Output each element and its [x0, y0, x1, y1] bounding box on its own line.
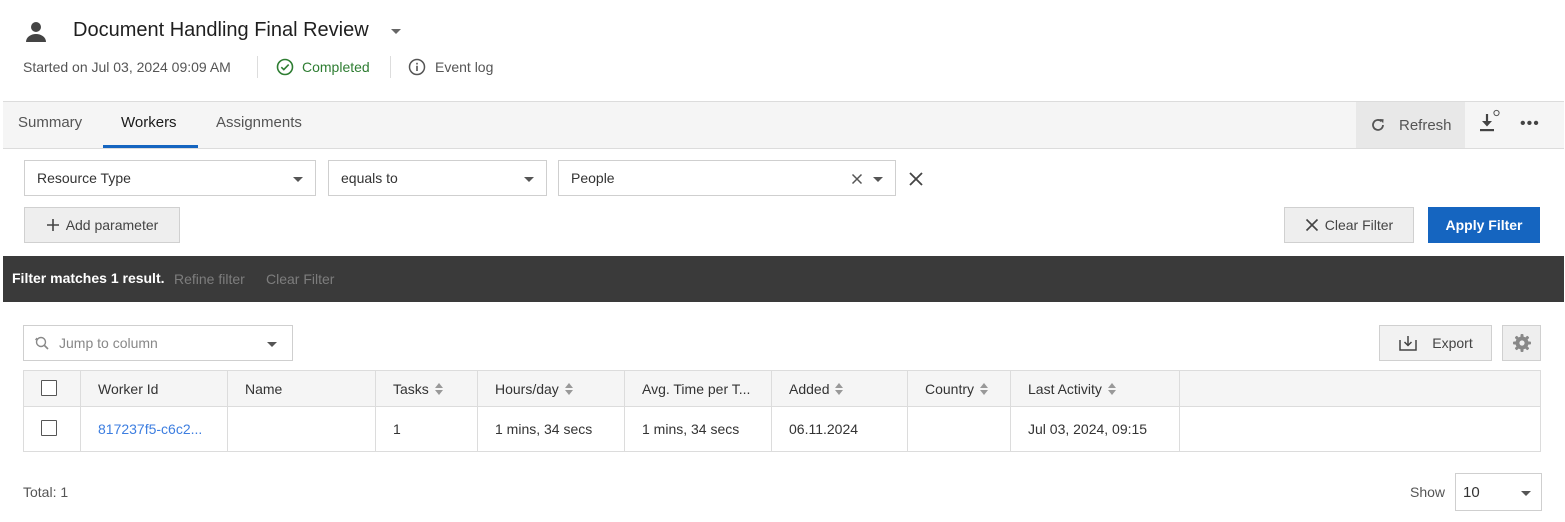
- check-circle-icon: [276, 58, 294, 76]
- column-label: Added: [789, 381, 830, 397]
- export-label: Export: [1432, 335, 1473, 351]
- gear-icon: [1512, 334, 1531, 352]
- column-header-added[interactable]: Added: [789, 381, 844, 397]
- tab-assignments[interactable]: Assignments: [216, 114, 302, 131]
- cell-added: 06.11.2024: [789, 421, 859, 437]
- column-label: Avg. Time per T...: [642, 381, 751, 397]
- export-icon: [1399, 336, 1418, 351]
- column-divider: [1010, 371, 1011, 451]
- column-label: Hours/day: [495, 381, 559, 397]
- sort-icon[interactable]: [1107, 383, 1116, 395]
- divider: [390, 56, 391, 78]
- plus-icon: [46, 219, 59, 231]
- divider: [257, 56, 258, 78]
- chevron-down-icon: [267, 342, 277, 347]
- page-title: Document Handling Final Review: [73, 19, 369, 41]
- filter-field-value: Resource Type: [37, 170, 131, 186]
- chevron-down-icon: [293, 177, 303, 182]
- column-divider: [624, 371, 625, 451]
- jump-to-column-placeholder: Jump to column: [59, 335, 158, 351]
- search-refresh-icon: [35, 336, 49, 350]
- more-options-icon[interactable]: •••: [1520, 115, 1542, 132]
- add-parameter-button[interactable]: Add parameter: [24, 207, 180, 243]
- tab-workers[interactable]: Workers: [121, 114, 177, 131]
- column-divider: [375, 371, 376, 451]
- column-divider: [477, 371, 478, 451]
- column-label: Worker Id: [98, 381, 159, 397]
- column-divider: [80, 371, 81, 451]
- chevron-down-icon[interactable]: [390, 27, 402, 37]
- chevron-down-icon: [1521, 491, 1531, 496]
- sort-icon[interactable]: [434, 383, 443, 395]
- chevron-down-icon: [873, 177, 883, 182]
- column-header-worker-id[interactable]: Worker Id: [98, 381, 158, 397]
- apply-filter-button[interactable]: Apply Filter: [1428, 207, 1540, 243]
- page-size-value: 10: [1463, 483, 1480, 501]
- filter-value: People: [571, 170, 615, 186]
- status-label: Completed: [302, 59, 370, 75]
- column-label: Tasks: [393, 381, 429, 397]
- settings-button[interactable]: [1502, 325, 1541, 361]
- column-divider: [227, 371, 228, 451]
- event-log-link[interactable]: Event log: [408, 58, 493, 76]
- column-header-hours-day[interactable]: Hours/day: [495, 381, 573, 397]
- filter-operator-select[interactable]: equals to: [328, 160, 547, 196]
- jump-to-column-select[interactable]: Jump to column: [23, 325, 293, 361]
- column-label: Country: [925, 381, 975, 397]
- column-label: Last Activity: [1028, 381, 1102, 397]
- tab-summary[interactable]: Summary: [18, 114, 82, 131]
- worker-id-link[interactable]: 817237f5-c6c2...: [98, 421, 202, 437]
- export-button[interactable]: Export: [1379, 325, 1492, 361]
- cell-avg-time: 1 mins, 34 secs: [642, 421, 740, 437]
- column-label: Name: [245, 381, 283, 397]
- column-header-avg-time[interactable]: Avg. Time per T...: [642, 381, 750, 397]
- cell-last-activity: Jul 03, 2024, 09:15: [1028, 421, 1148, 437]
- started-date: Started on Jul 03, 2024 09:09 AM: [23, 59, 231, 75]
- column-divider: [1179, 371, 1180, 451]
- filter-field-select[interactable]: Resource Type: [24, 160, 316, 196]
- filter-value-select[interactable]: People: [558, 160, 896, 196]
- page-size-select[interactable]: 10: [1455, 473, 1542, 511]
- remove-filter-icon[interactable]: [907, 170, 925, 188]
- filter-operator-value: equals to: [341, 170, 398, 186]
- add-parameter-label: Add parameter: [65, 217, 159, 233]
- clear-value-icon[interactable]: [851, 173, 863, 185]
- column-header-tasks[interactable]: Tasks: [393, 381, 443, 397]
- refine-filter-link[interactable]: Refine filter: [174, 271, 245, 287]
- cell-tasks: 1: [393, 421, 401, 437]
- total-count: Total: 1: [23, 484, 69, 500]
- info-icon: [408, 58, 426, 76]
- column-header-last-activity[interactable]: Last Activity: [1028, 381, 1116, 397]
- cell-hours-day: 1 mins, 34 secs: [495, 421, 593, 437]
- column-header-country[interactable]: Country: [925, 381, 989, 397]
- refresh-label: Refresh: [1399, 116, 1452, 134]
- download-icon[interactable]: [1474, 108, 1502, 138]
- column-header-name[interactable]: Name: [245, 381, 282, 397]
- clear-filter-button[interactable]: Clear Filter: [1284, 207, 1414, 243]
- column-divider: [907, 371, 908, 451]
- refresh-button[interactable]: Refresh: [1356, 102, 1465, 148]
- user-icon: [26, 22, 46, 42]
- close-icon: [1305, 218, 1318, 232]
- clear-filter-label: Clear Filter: [1324, 217, 1394, 233]
- clear-filter-link[interactable]: Clear Filter: [266, 271, 334, 287]
- refresh-icon: [1372, 119, 1384, 131]
- event-log-label: Event log: [435, 59, 494, 75]
- filter-result-text: Filter matches 1 result.: [12, 270, 165, 286]
- select-all-checkbox[interactable]: [41, 380, 57, 396]
- sort-icon[interactable]: [835, 383, 844, 395]
- status-badge: Completed: [276, 58, 370, 76]
- row-checkbox[interactable]: [41, 420, 57, 436]
- show-label: Show: [1410, 484, 1446, 500]
- sort-icon[interactable]: [564, 383, 573, 395]
- sort-icon[interactable]: [980, 383, 989, 395]
- active-tab-indicator: [103, 145, 198, 148]
- column-divider: [771, 371, 772, 451]
- chevron-down-icon: [524, 177, 534, 182]
